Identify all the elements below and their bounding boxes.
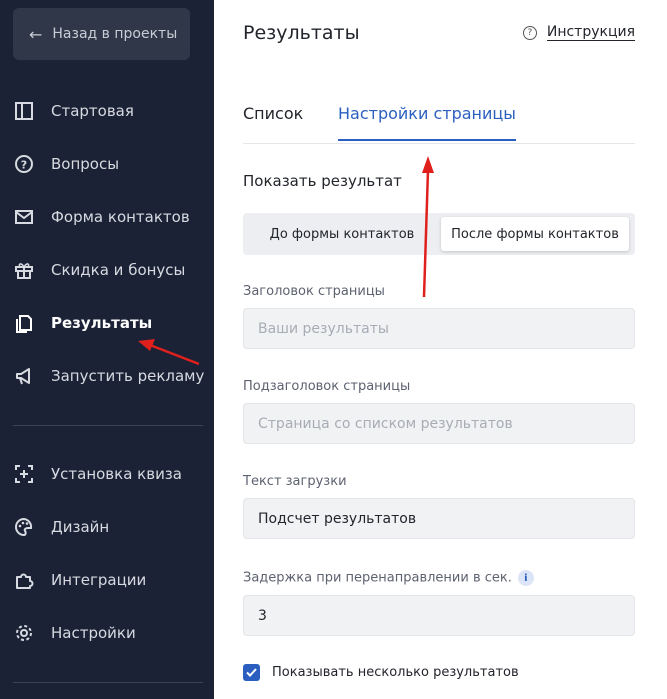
sidebar-item-label: Форма контактов — [51, 208, 190, 226]
redirect-delay-input[interactable]: 3 — [243, 595, 635, 636]
main-panel: Результаты ? Инструкция Список Настройки… — [214, 0, 667, 699]
sidebar-item-label: Установка квиза — [51, 465, 182, 483]
results-icon — [13, 312, 35, 334]
gift-icon — [13, 259, 35, 281]
multiple-results-label: Показывать несколько результатов — [272, 665, 519, 680]
sidebar-item-label: Результаты — [51, 314, 153, 332]
page-title-input[interactable]: Ваши результаты — [243, 308, 635, 349]
loading-text-input[interactable]: Подсчет результатов — [243, 498, 635, 539]
page-subtitle-label: Подзаголовок страницы — [243, 379, 411, 394]
sidebar-item-label: Стартовая — [51, 102, 134, 120]
multiple-results-checkbox[interactable] — [243, 664, 260, 681]
show-result-title: Показать результат — [243, 172, 402, 190]
sidebar-divider — [13, 682, 203, 683]
question-icon: ? — [13, 153, 35, 175]
sidebar-item-design[interactable]: Дизайн — [0, 507, 214, 547]
page-subtitle-input[interactable]: Страница со списком результатов — [243, 403, 635, 444]
sidebar-divider — [13, 425, 203, 426]
sidebar-item-label: Вопросы — [51, 155, 120, 173]
arrow-left-icon: ← — [29, 24, 43, 44]
sidebar-item-settings[interactable]: Настройки — [0, 613, 214, 653]
layout-icon — [13, 100, 35, 122]
sidebar-item-label: Дизайн — [51, 518, 110, 536]
multiple-results-row: Показывать несколько результатов — [243, 664, 519, 681]
sidebar: ← Назад в проекты Стартовая ? Вопросы Фо… — [0, 0, 214, 699]
help-icon: ? — [522, 25, 537, 40]
sidebar-item-label: Настройки — [51, 624, 136, 642]
install-icon — [13, 463, 35, 485]
tab-page-settings[interactable]: Настройки страницы — [338, 104, 516, 141]
tabs: Список Настройки страницы — [243, 96, 635, 144]
sidebar-item-questions[interactable]: ? Вопросы — [0, 144, 214, 184]
loading-text-label: Текст загрузки — [243, 474, 347, 489]
gear-icon — [13, 622, 35, 644]
back-label: Назад в проекты — [52, 26, 178, 42]
sidebar-item-label: Запустить рекламу — [51, 367, 205, 385]
sidebar-item-start[interactable]: Стартовая — [0, 91, 214, 131]
info-icon[interactable]: i — [517, 570, 534, 586]
back-to-projects-button[interactable]: ← Назад в проекты — [13, 8, 190, 60]
redirect-delay-label-row: Задержка при перенаправлении в сек. i — [243, 570, 534, 586]
show-result-toggle: До формы контактов После формы контактов — [243, 213, 635, 255]
megaphone-icon — [13, 365, 35, 387]
sidebar-item-label: Интеграции — [51, 571, 147, 589]
instruction-link[interactable]: ? Инструкция — [522, 24, 635, 41]
option-after-contacts[interactable]: После формы контактов — [441, 217, 629, 251]
palette-icon — [13, 516, 35, 538]
puzzle-icon — [13, 569, 35, 591]
sidebar-item-integrations[interactable]: Интеграции — [0, 560, 214, 600]
svg-text:?: ? — [21, 159, 27, 172]
sidebar-item-discounts[interactable]: Скидка и бонусы — [0, 250, 214, 290]
instruction-label: Инструкция — [546, 24, 635, 41]
sidebar-item-ads[interactable]: Запустить рекламу — [0, 356, 214, 396]
sidebar-item-contact-form[interactable]: Форма контактов — [0, 197, 214, 237]
option-before-contacts[interactable]: До формы контактов — [247, 217, 437, 251]
mail-icon — [13, 206, 35, 228]
page-title: Результаты — [243, 22, 360, 44]
redirect-delay-label: Задержка при перенаправлении в сек. — [243, 570, 512, 586]
sidebar-item-install[interactable]: Установка квиза — [0, 454, 214, 494]
page-title-label: Заголовок страницы — [243, 284, 385, 299]
tab-list[interactable]: Список — [243, 104, 303, 139]
sidebar-item-results[interactable]: Результаты — [0, 303, 214, 343]
sidebar-item-label: Скидка и бонусы — [51, 261, 186, 279]
